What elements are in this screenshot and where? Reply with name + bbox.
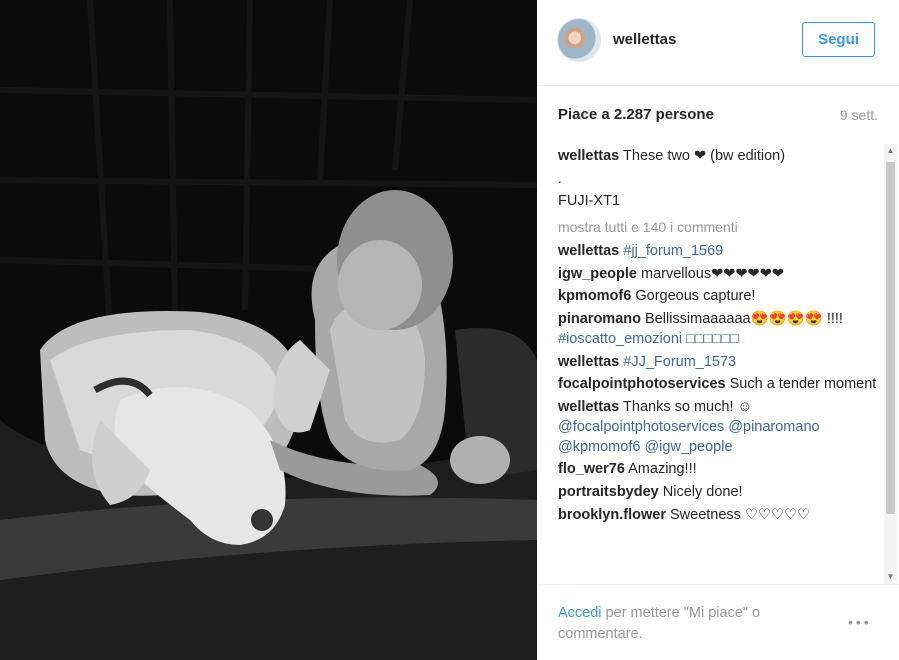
login-prompt: Accedi per mettere "Mi piace" o commenta… (558, 603, 828, 645)
caption: wellettas These two ❤ (bw edition) (558, 146, 880, 166)
comment-username[interactable]: flo_wer76 (558, 461, 625, 477)
comment-text: Such a tender moment (729, 376, 877, 393)
follow-button[interactable]: Segui (802, 22, 875, 57)
comment-mentions[interactable]: @focalpointphotoservices @pinaromano @kp… (558, 419, 820, 455)
comment-username[interactable]: portraitsbydey (558, 484, 659, 500)
comment-item: kpmomof6 Gorgeous capture! (558, 286, 880, 306)
post-header: wellettas Segui (537, 0, 899, 86)
comment-item: flo_wer76 Amazing!!! (558, 459, 880, 479)
comment-item: wellettas #jj_forum_1569 (558, 241, 880, 261)
comment-item: focalpointphotoservices Such a tender mo… (558, 374, 880, 394)
comments-scrollbar[interactable]: ▲ ▼ (884, 144, 897, 584)
comment-text: Thanks so much! ☺ (623, 398, 753, 415)
post-footer: Accedi per mettere "Mi piace" o commenta… (537, 584, 899, 660)
likes-count[interactable]: Piace a 2.287 persone (558, 106, 714, 123)
post-time[interactable]: 9 sett. (840, 107, 878, 123)
scroll-down-arrow-icon[interactable]: ▼ (884, 570, 897, 584)
caption-dot: . (558, 170, 562, 186)
comment-username[interactable]: kpmomof6 (558, 288, 631, 304)
comment-hashtag[interactable]: #jj_forum_1569 (623, 243, 723, 259)
comment-text: Bellissimaaaaaa😍😍😍😍 !!!! (645, 310, 843, 327)
scroll-up-arrow-icon[interactable]: ▲ (884, 144, 897, 158)
caption-camera: FUJI-XT1 (558, 193, 621, 210)
comment-username[interactable]: igw_people (558, 266, 637, 282)
comment-item: wellettas Thanks so much! ☺ @focalpointp… (558, 397, 880, 457)
comment-item: portraitsbydey Nicely done! (558, 482, 880, 502)
comment-hashtag[interactable]: #JJ_Forum_1573 (623, 354, 736, 370)
comment-item: igw_people marvellous❤❤❤❤❤❤ (558, 264, 880, 284)
comment-text: Nicely done! (662, 483, 743, 500)
comment-username[interactable]: wellettas (558, 354, 619, 370)
caption-username[interactable]: wellettas (558, 148, 619, 164)
comment-text: marvellous❤❤❤❤❤❤ (641, 265, 785, 282)
scrollbar-thumb[interactable] (886, 162, 895, 514)
comments-list: wellettas These two ❤ (bw edition) . FUJ… (558, 146, 880, 584)
comment-username[interactable]: wellettas (558, 399, 619, 415)
post-sidebar: wellettas Segui Piace a 2.287 persone 9 … (537, 0, 899, 660)
comment-item: pinaromano Bellissimaaaaaa😍😍😍😍 !!!! #ios… (558, 309, 880, 349)
show-all-comments[interactable]: mostra tutti e 140 i commenti (558, 219, 880, 235)
comment-username[interactable]: pinaromano (558, 311, 641, 327)
comment-text: Gorgeous capture! (635, 288, 756, 305)
likes-row: Piace a 2.287 persone 9 sett. (558, 106, 878, 126)
caption-text: These two ❤ (bw edition) (623, 148, 786, 164)
comment-username[interactable]: focalpointphotoservices (558, 376, 726, 392)
comment-item: wellettas #JJ_Forum_1573 (558, 352, 880, 372)
post-username[interactable]: wellettas (613, 31, 676, 48)
comment-text: Sweetness ♡♡♡♡♡ (670, 506, 810, 523)
more-options-icon[interactable]: ••• (848, 614, 872, 630)
post-photo[interactable] (0, 0, 537, 660)
comment-item: brooklyn.flower Sweetness ♡♡♡♡♡ (558, 505, 880, 525)
login-link[interactable]: Accedi (558, 605, 602, 621)
comment-hashtag[interactable]: #ioscatto_emozioni □□□□□□ (558, 331, 739, 347)
photo-illustration (0, 0, 537, 660)
comment-text: Amazing!!! (628, 461, 697, 478)
comment-username[interactable]: wellettas (558, 243, 619, 259)
comment-username[interactable]: brooklyn.flower (558, 507, 666, 523)
user-avatar[interactable] (557, 18, 601, 62)
